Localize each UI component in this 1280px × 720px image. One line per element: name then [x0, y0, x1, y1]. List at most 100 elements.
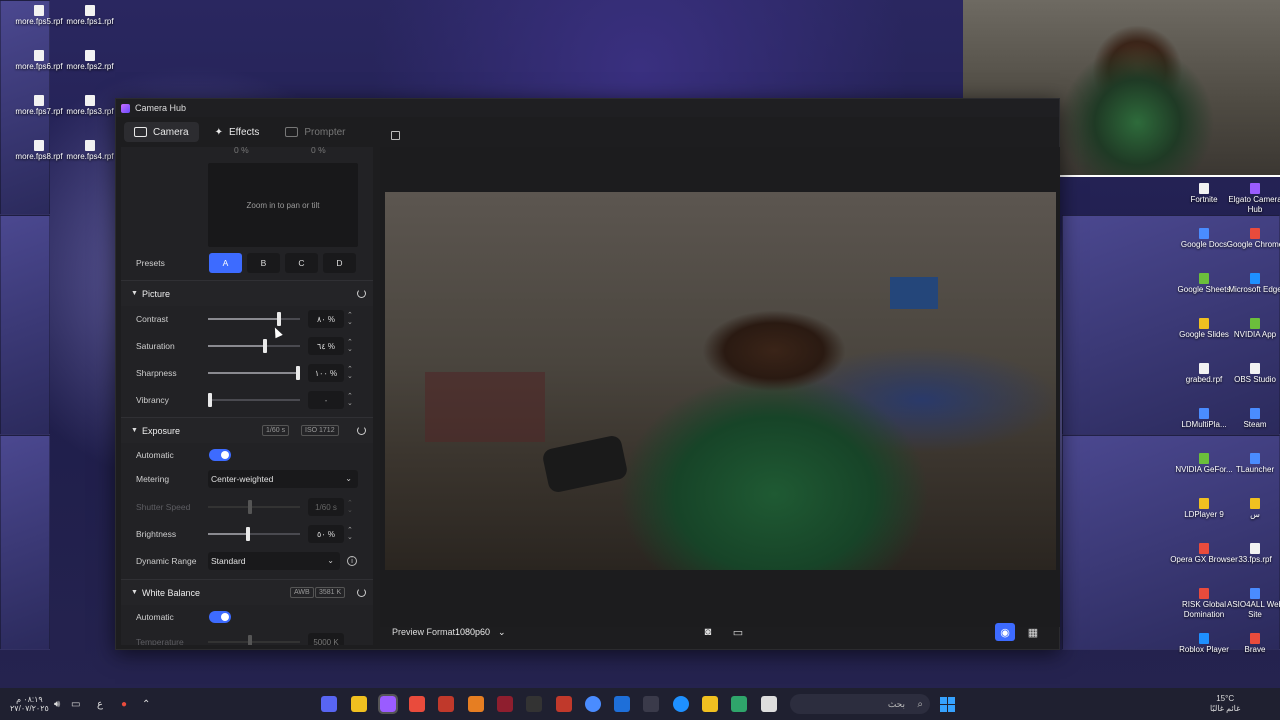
spinner-arrows-icon[interactable]: ⌃ ⌄	[347, 312, 353, 326]
wallpaper-tile	[0, 215, 50, 435]
fortnite-icon	[1199, 183, 1209, 194]
edge-icon[interactable]	[673, 696, 689, 712]
file-icon	[34, 5, 44, 16]
app-icon[interactable]	[497, 696, 513, 712]
slider-knob[interactable]	[263, 339, 267, 353]
chrome-icon	[1250, 228, 1260, 239]
preset-a-button[interactable]: A	[209, 253, 242, 273]
desktop-shortcut[interactable]: 33.fps.rpf	[1220, 543, 1280, 565]
desktop-shortcut[interactable]: س	[1220, 498, 1280, 520]
saturation-value[interactable]: ٦٤ %	[308, 337, 344, 355]
kelvin-badge: 3581 K	[315, 587, 346, 598]
folder-icon: ▭	[732, 626, 744, 639]
desktop-shortcut[interactable]: OBS Studio	[1220, 363, 1280, 385]
roblox-icon	[1199, 633, 1209, 644]
sidebar-collapse-icon[interactable]	[391, 131, 400, 140]
brightness-row: Brightness ٥٠ % ⌃ ⌄	[136, 525, 353, 543]
grid-overlay-button[interactable]: ▦	[1023, 623, 1043, 641]
slider-knob[interactable]	[208, 393, 212, 407]
brightness-value[interactable]: ٥٠ %	[308, 525, 344, 543]
preset-b-button[interactable]: B	[247, 253, 280, 273]
desktop-file[interactable]: more.fps2.rpf	[55, 50, 125, 72]
title-bar[interactable]: Camera Hub	[116, 99, 1059, 117]
speaker-icon[interactable]: 🔊︎	[54, 699, 60, 710]
desktop-shortcut[interactable]: Steam	[1220, 408, 1280, 430]
chrome-icon[interactable]	[585, 696, 601, 712]
search-box[interactable]: بحث ⌕	[790, 694, 930, 714]
microphone-icon[interactable]: ●	[121, 699, 127, 710]
store-icon[interactable]	[643, 696, 659, 712]
screenshot-button[interactable]: ◙	[698, 623, 718, 641]
wb-auto-toggle[interactable]	[209, 611, 231, 623]
sharpness-value[interactable]: ١٠٠ %	[308, 364, 344, 382]
contrast-slider[interactable]	[208, 312, 300, 326]
chevron-up-icon[interactable]: ⌃	[142, 699, 150, 710]
spinner-arrows-icon[interactable]: ⌃ ⌄	[347, 527, 353, 541]
contrast-value[interactable]: ٨٠ %	[308, 310, 344, 328]
preview-visibility-button[interactable]: ◉	[995, 623, 1015, 641]
pan-tilt-pad[interactable]: Zoom in to pan or tilt	[208, 163, 358, 247]
preview-format-select[interactable]: 1080p60 ⌄	[451, 623, 510, 641]
windows-start-icon[interactable]	[940, 697, 955, 712]
file-icon	[85, 95, 95, 106]
app-icon[interactable]	[438, 696, 454, 712]
reset-icon[interactable]	[357, 289, 366, 298]
white-balance-section-header[interactable]: ▼ White Balance AWB 3581 K	[121, 579, 373, 605]
saturation-slider[interactable]	[208, 339, 300, 353]
metering-select[interactable]: Center-weighted ⌄	[208, 470, 358, 488]
slider-knob[interactable]	[277, 312, 281, 326]
network-icon[interactable]: ▭	[71, 699, 80, 710]
spinner-arrows-icon[interactable]: ⌃ ⌄	[347, 339, 353, 353]
brave-icon[interactable]	[409, 696, 425, 712]
info-icon[interactable]: i	[347, 556, 357, 566]
picture-section-header[interactable]: ▼ Picture	[121, 280, 373, 306]
app-icon[interactable]	[731, 696, 747, 712]
app-icon[interactable]	[556, 696, 572, 712]
app-icon[interactable]	[351, 696, 367, 712]
weather-widget[interactable]: 15°C غائم غالبًا	[1210, 694, 1240, 714]
app-icon[interactable]	[761, 696, 777, 712]
tab-prompter[interactable]: Prompter	[275, 122, 355, 142]
outlook-icon[interactable]	[614, 696, 630, 712]
reset-icon[interactable]	[357, 426, 366, 435]
desktop-shortcut[interactable]: Elgato Camera Hub	[1220, 183, 1280, 215]
temperature-row: Temperature 5000 K	[121, 633, 373, 645]
sharpness-slider[interactable]	[208, 366, 300, 380]
obs-icon[interactable]	[526, 696, 542, 712]
desktop-shortcut[interactable]: Google Chrome	[1220, 228, 1280, 250]
open-folder-button[interactable]: ▭	[728, 623, 748, 641]
ldmultiplayer-icon	[1199, 408, 1209, 419]
clock[interactable]: ٠٨:١٩ م ٢٧/٠٧/٢٠٢٥	[10, 695, 49, 713]
app-icon[interactable]	[468, 696, 484, 712]
spinner-arrows-icon[interactable]: ⌃ ⌄	[347, 366, 353, 380]
preset-d-button[interactable]: D	[323, 253, 356, 273]
file-icon	[1199, 363, 1209, 374]
desktop-shortcut[interactable]: Microsoft Edge	[1220, 273, 1280, 295]
tab-camera[interactable]: Camera	[124, 122, 199, 142]
exposure-auto-toggle[interactable]	[209, 449, 231, 461]
slider-knob[interactable]	[246, 527, 250, 541]
vibrancy-value[interactable]: ٠	[308, 391, 344, 409]
desktop-shortcut[interactable]: NVIDIA App	[1220, 318, 1280, 340]
preset-c-button[interactable]: C	[285, 253, 318, 273]
reset-icon[interactable]	[357, 588, 366, 597]
exposure-automatic-row: Automatic	[121, 447, 373, 463]
brightness-slider[interactable]	[208, 527, 300, 541]
risk-icon	[1199, 588, 1209, 599]
file-explorer-icon[interactable]	[702, 696, 718, 712]
desktop-file[interactable]: more.fps1.rpf	[55, 5, 125, 27]
dynamic-range-select[interactable]: Standard ⌄	[208, 552, 340, 570]
desktop-shortcut[interactable]: ASIO4ALL Web Site	[1220, 588, 1280, 620]
vibrancy-slider[interactable]	[208, 393, 300, 407]
file-icon	[85, 5, 95, 16]
tab-effects[interactable]: ✦ Effects	[205, 122, 270, 142]
spinner-arrows-icon[interactable]: ⌃ ⌄	[347, 393, 353, 407]
slider-knob[interactable]	[296, 366, 300, 380]
exposure-section-header[interactable]: ▼ Exposure 1/60 s ISO 1712	[121, 417, 373, 443]
desktop-shortcut[interactable]: Brave	[1220, 633, 1280, 655]
camera-hub-taskbar-icon[interactable]	[378, 694, 398, 714]
language-indicator[interactable]: ع	[97, 699, 103, 710]
desktop-shortcut[interactable]: TLauncher	[1220, 453, 1280, 475]
discord-icon[interactable]	[321, 696, 337, 712]
tlauncher-icon	[1250, 453, 1260, 464]
